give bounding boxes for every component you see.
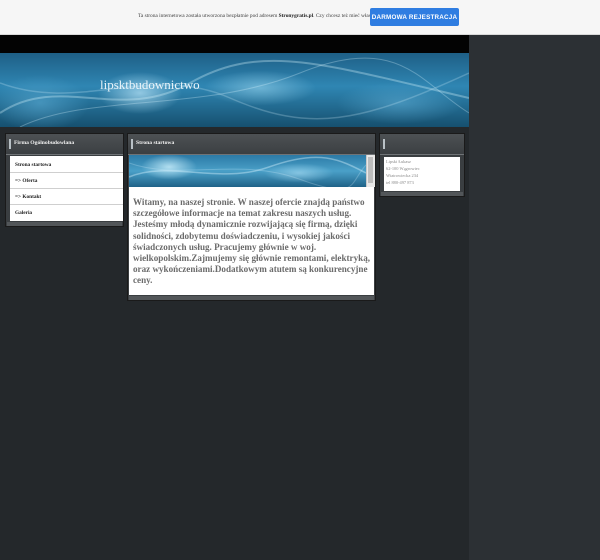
- main-content-body: Witamy, na naszej stronie. W naszej ofer…: [129, 155, 375, 295]
- menu-item-strona-startowa[interactable]: Strona startowa: [10, 156, 123, 173]
- header-marker-icon: [383, 139, 385, 149]
- scrollbar-thumb[interactable]: [368, 157, 373, 183]
- main-panel-title: Strona startowa: [136, 140, 175, 146]
- panel-footer-bar: [381, 192, 463, 196]
- promo-notice-prefix: Ta strona internetowa została utworzona …: [138, 13, 278, 19]
- menu-item-kontakt[interactable]: => Kontakt: [10, 188, 123, 205]
- contact-name: Lipski Łukasz: [386, 159, 411, 164]
- promo-notice-link[interactable]: Stronygratis.pl: [279, 13, 314, 19]
- register-button[interactable]: DARMOWA REJESTRACJA: [370, 8, 459, 26]
- site-title[interactable]: lipsktbudownictwo: [100, 77, 200, 93]
- menu-item-galeria[interactable]: Galeria: [10, 204, 123, 220]
- main-content-panel: Strona startowa Witamy, na naszej stroni…: [127, 133, 376, 301]
- contact-panel: Lipski Łukasz 62-100 Wągrowiec Wiatrowie…: [379, 133, 465, 197]
- promo-top-bar: Ta strona internetowa została utworzona …: [0, 0, 600, 35]
- promo-notice: Ta strona internetowa została utworzona …: [138, 13, 393, 19]
- welcome-text: Witamy, na naszej stronie. W naszej ofer…: [133, 197, 371, 286]
- content-swirl-graphic: [129, 156, 366, 187]
- left-panel-header: Firma Ogólnobudowlana: [6, 134, 123, 155]
- menu-item-label: => Kontakt: [15, 194, 42, 200]
- contact-city: 62-100 Wągrowiec: [386, 166, 420, 171]
- content-banner-image: [129, 155, 366, 187]
- content-scrollbar[interactable]: [366, 155, 375, 187]
- navigation-menu: Strona startowa => Oferta => Kontakt Gal…: [10, 156, 123, 221]
- contact-phone: tel 880-497 873: [386, 180, 414, 185]
- banner-swirl-graphic: [0, 57, 469, 127]
- panel-footer-bar: [129, 296, 374, 300]
- contact-info-box: Lipski Łukasz 62-100 Wągrowiec Wiatrowie…: [384, 157, 460, 191]
- main-panel-header: Strona startowa: [128, 134, 375, 155]
- header-marker-icon: [131, 139, 133, 149]
- panel-footer-bar: [7, 222, 122, 226]
- header-top-strip: [0, 35, 469, 53]
- left-panel-title: Firma Ogólnobudowlana: [14, 140, 75, 146]
- menu-item-label: Galeria: [15, 210, 33, 216]
- left-navigation-panel: Firma Ogólnobudowlana Strona startowa =>…: [5, 133, 124, 227]
- header-banner: lipsktbudownictwo: [0, 53, 469, 127]
- menu-item-label: => Oferta: [15, 178, 38, 184]
- contact-street: Wiatrowiecka 234: [386, 173, 419, 178]
- menu-item-label: Strona startowa: [15, 162, 52, 168]
- contact-panel-header: [380, 134, 464, 155]
- menu-item-oferta[interactable]: => Oferta: [10, 172, 123, 189]
- right-background-strip: [469, 35, 600, 560]
- header-marker-icon: [9, 139, 11, 149]
